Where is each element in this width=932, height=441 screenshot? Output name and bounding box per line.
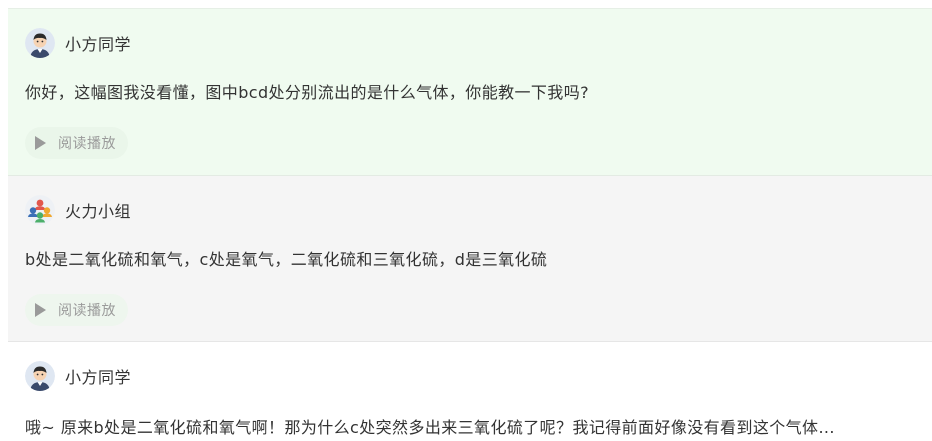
message-text: 你好，这幅图我没看懂，图中bcd处分别流出的是什么气体，你能教一下我吗? — [25, 83, 590, 102]
read-aloud-button[interactable]: 阅读播放 — [25, 294, 128, 326]
chat-thread: 小方同学 你好，这幅图我没看懂，图中bcd处分别流出的是什么气体，你能教一下我吗… — [0, 0, 932, 441]
message-card: 火力小组 b处是二氧化硫和氧气，c处是氧气，二氧化硫和三氧化硫，d是三氧化硫 阅… — [8, 176, 932, 342]
author-name: 小方同学 — [65, 35, 132, 54]
message-text: b处是二氧化硫和氧气，c处是氧气，二氧化硫和三氧化硫，d是三氧化硫 — [25, 250, 548, 269]
message-text: 哦~ 原来b处是二氧化硫和氧气啊！那为什么c处突然多出来三氧化硫了呢？我记得前面… — [25, 418, 835, 437]
author-name: 火力小组 — [65, 202, 132, 221]
message-card: 小方同学 你好，这幅图我没看懂，图中bcd处分别流出的是什么气体，你能教一下我吗… — [8, 8, 932, 176]
play-icon — [35, 303, 46, 317]
read-aloud-button[interactable]: 阅读播放 — [25, 127, 128, 159]
read-aloud-label: 阅读播放 — [58, 303, 116, 319]
message-header: 火力小组 — [25, 194, 131, 226]
play-icon — [35, 136, 46, 150]
student-avatar-icon[interactable] — [25, 28, 55, 58]
group-avatar-icon[interactable] — [25, 195, 55, 225]
student-avatar-icon[interactable] — [25, 361, 55, 391]
message-header: 小方同学 — [25, 27, 131, 59]
author-name: 小方同学 — [65, 368, 132, 387]
read-aloud-label: 阅读播放 — [58, 136, 116, 152]
message-header: 小方同学 — [25, 360, 131, 392]
message-card: 小方同学 哦~ 原来b处是二氧化硫和氧气啊！那为什么c处突然多出来三氧化硫了呢？… — [8, 342, 932, 441]
